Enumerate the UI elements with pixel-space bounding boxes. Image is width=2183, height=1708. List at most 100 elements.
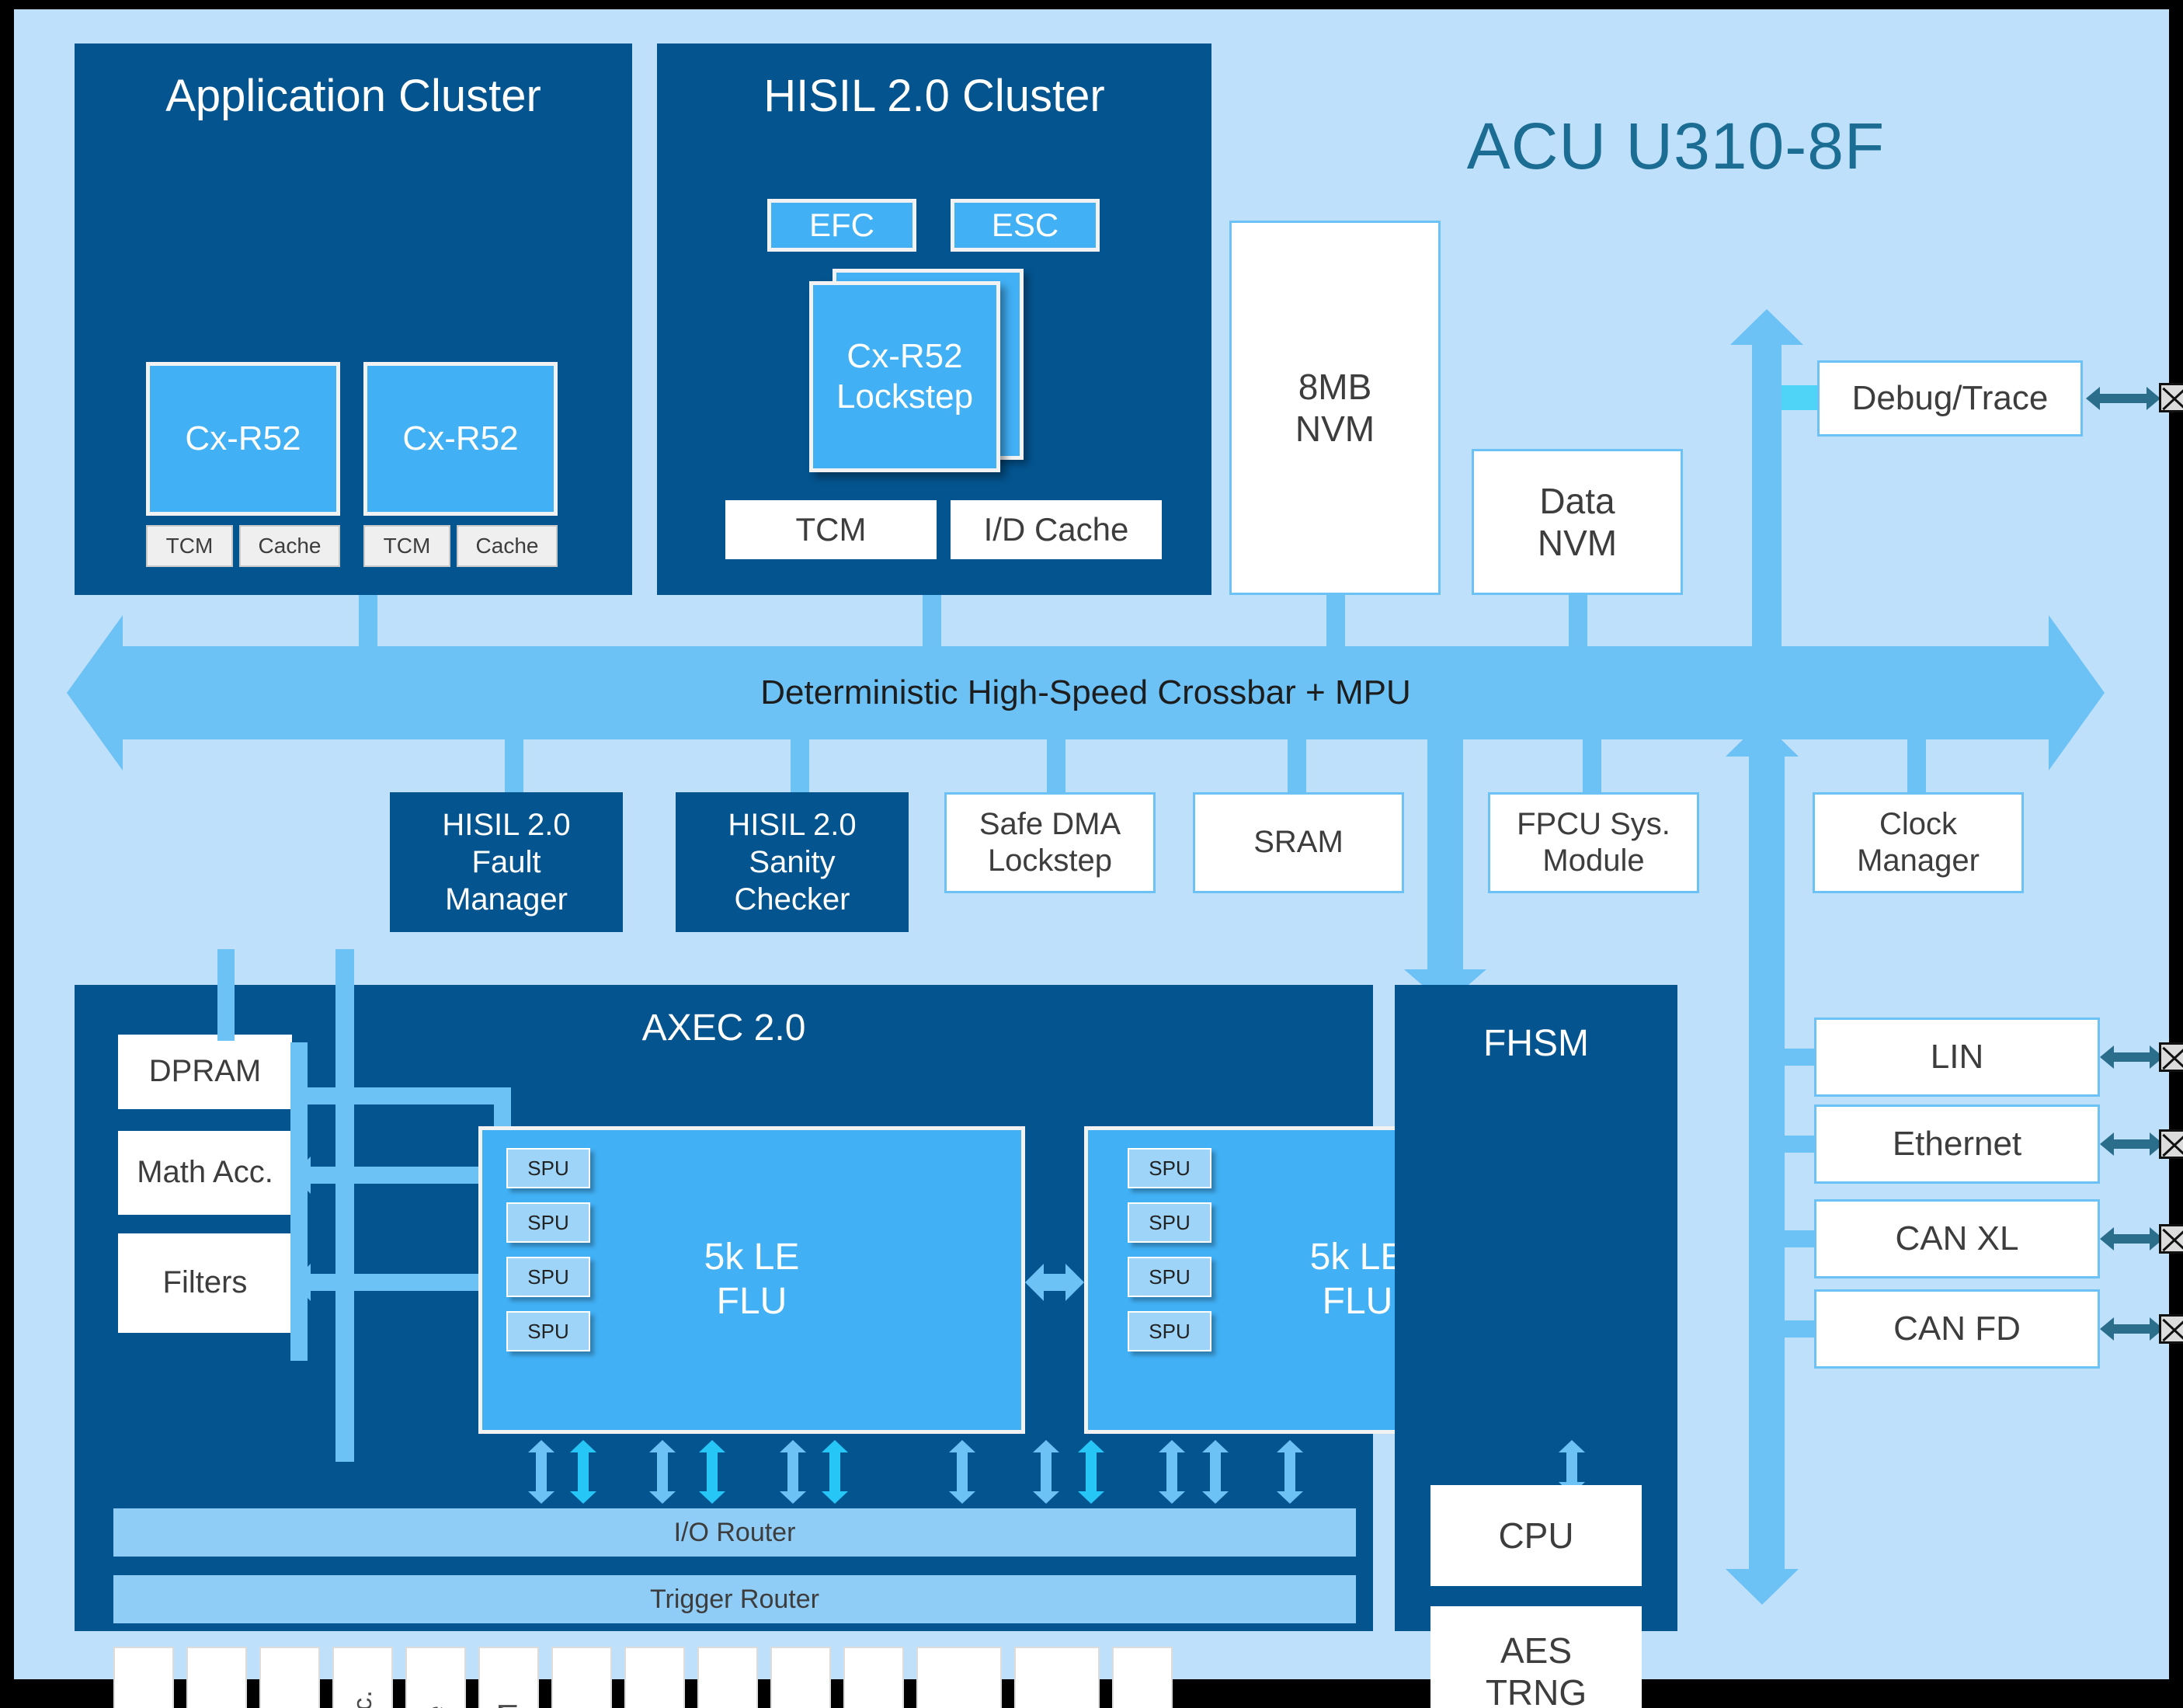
spu-left-3: SPU (506, 1311, 590, 1351)
app-core-1-label: Cx-R52 (402, 419, 519, 458)
lockstep-label-line1: Cx-R52 (846, 337, 963, 376)
fhsm-flu-cpu-arrow (1559, 1440, 1585, 1494)
iface-lin: LIN (1814, 1017, 2100, 1097)
flu-right-line1: 5k LE (1309, 1237, 1406, 1278)
stub-sram (1288, 739, 1306, 794)
peripheral-cwg: CWG (551, 1647, 612, 1708)
debug-trace: Debug/Trace (1817, 360, 2083, 437)
flu-io-arrow-3 (699, 1440, 725, 1504)
debug-trace-pin-arrow (2086, 387, 2160, 410)
flu-io-arrow-4 (780, 1440, 806, 1504)
page-title: ACU U310-8F (1466, 110, 1886, 183)
trigger-router: Trigger Router (113, 1575, 1356, 1623)
block-clock-manager: Clock Manager (1813, 792, 2024, 893)
peripheral-quad-enc-label: Quad Enc. (348, 1690, 378, 1708)
pad-debug-trace (2159, 383, 2183, 412)
iface-can-fd-pin-arrow (2100, 1317, 2164, 1341)
fhsm-title: FHSM (1483, 1023, 1589, 1064)
crossbar-arrow-left (67, 615, 123, 771)
connector-hisil-cluster (923, 595, 941, 649)
peripheral-pio: PIO (697, 1647, 758, 1708)
flu-io-arrow-5 (822, 1440, 848, 1504)
app-core-0-tcm: TCM (146, 525, 233, 567)
block-fpcu-sys-module: FPCU Sys. Module (1488, 792, 1699, 893)
peripheral-tepe: TEPE (186, 1647, 247, 1708)
lockstep-core-front: Cx-R52 Lockstep (809, 281, 1000, 472)
flu-left-line2: FLU (716, 1281, 787, 1322)
block-hisil-fault-manager: HISIL 2.0 Fault Manager (390, 792, 623, 932)
peripheral-sar-adc: SARADC (916, 1647, 1002, 1708)
hisil-cluster: HISIL 2.0 Cluster EFC ESC Cx-R52 Lockste… (657, 43, 1211, 595)
pad-lin (2159, 1042, 2183, 1072)
app-core-0-label: Cx-R52 (185, 419, 301, 458)
fpcu-to-fhsm-bus (1427, 739, 1463, 972)
peripheral-capture: Capture (405, 1647, 466, 1708)
fhsm-cpu-label: CPU (1498, 1515, 1574, 1556)
pad-can-fd (2159, 1314, 2183, 1344)
pad-ethernet (2159, 1129, 2183, 1159)
peripheral-msc: MSC (770, 1647, 831, 1708)
iface-lin-pin-arrow (2100, 1045, 2164, 1069)
iface-can-xl: CAN XL (1814, 1199, 2100, 1278)
hisil-tcm: TCM (725, 500, 937, 559)
spu-left-0: SPU (506, 1148, 590, 1188)
app-core-0: Cx-R52 (146, 362, 340, 516)
application-cluster: Application Cluster Cx-R52 TCM Cache Cx-… (75, 43, 632, 595)
flu-io-arrow-10 (1202, 1440, 1229, 1504)
stub-safe-dma (1047, 739, 1065, 794)
spu-right-0: SPU (1128, 1148, 1211, 1188)
connector-nvm-data (1569, 595, 1587, 649)
peripheral-axpwm: AXPWM (478, 1647, 539, 1708)
fhsm-crypto-line-0: AES (1500, 1630, 1573, 1671)
peripheral-qspi: QSPI (624, 1647, 685, 1708)
app-core-0-cache: Cache (239, 525, 340, 567)
application-cluster-title: Application Cluster (165, 71, 541, 121)
debug-trace-stub (1775, 385, 1819, 410)
axec-math-acc: Math Acc. (118, 1131, 292, 1215)
app-core-1-cache: Cache (457, 525, 558, 567)
axec-dpram: DPRAM (118, 1035, 292, 1109)
axec-bus-v1 (217, 949, 235, 1041)
peripheral-rdc: RDC (843, 1647, 904, 1708)
crossbar-arrow-right (2049, 615, 2105, 771)
flu-io-arrow-8 (1078, 1440, 1104, 1504)
right-bus-arrow-bottom (1726, 721, 1799, 1605)
hisil-id-cache: I/D Cache (951, 500, 1162, 559)
fhsm-crypto: AESTRNGPRNG (1430, 1606, 1642, 1708)
peripheral-sent: SENT (259, 1647, 320, 1708)
app-core-1-tcm: TCM (363, 525, 450, 567)
spu-left-1: SPU (506, 1202, 590, 1243)
flu-io-arrow-7 (1033, 1440, 1059, 1504)
peripheral-psi-5: PSI-5 (113, 1647, 174, 1708)
right-bus-arrow-top (1730, 309, 1803, 654)
spu-right-2: SPU (1128, 1257, 1211, 1297)
nvm-8mb: 8MB NVM (1229, 221, 1441, 595)
flu-interconnect-arrow (1025, 1264, 1084, 1301)
axec-bus-h-dpram (290, 1087, 511, 1104)
connector-app-cluster (359, 595, 377, 649)
die-substrate: Application Cluster Cx-R52 TCM Cache Cx-… (14, 9, 2183, 1708)
block-sram: SRAM (1193, 792, 1404, 893)
flu-io-arrow-2 (649, 1440, 676, 1504)
spu-left-2: SPU (506, 1257, 590, 1297)
peripheral-capture-label: Capture (421, 1706, 451, 1708)
chip-block-diagram: Application Cluster Cx-R52 TCM Cache Cx-… (0, 0, 2183, 1708)
axec-filters: Filters (118, 1233, 292, 1333)
iface-can-xl-pin-arrow (2100, 1227, 2164, 1251)
iface-ethernet: Ethernet (1814, 1104, 2100, 1184)
esc-block: ESC (951, 199, 1100, 252)
lockstep-label-line2: Lockstep (836, 377, 974, 416)
connector-nvm-8mb (1326, 595, 1345, 649)
block-hisil-sanity-checker: HISIL 2.0 Sanity Checker (676, 792, 909, 932)
hisil-cluster-title: HISIL 2.0 Cluster (763, 71, 1105, 121)
spu-right-1: SPU (1128, 1202, 1211, 1243)
axec-filters-arrow (292, 1264, 513, 1301)
stub-fpcu (1583, 739, 1601, 794)
io-router: I/O Router (113, 1508, 1356, 1557)
stub-clock-manager (1907, 739, 1926, 794)
flu-left-line1: 5k LE (704, 1237, 800, 1278)
peripheral-axpwm-label: AXPWM (494, 1703, 524, 1708)
flu-io-arrow-6 (949, 1440, 975, 1504)
stub-sanity-checker (791, 739, 809, 794)
flu-right-line2: FLU (1322, 1281, 1393, 1322)
